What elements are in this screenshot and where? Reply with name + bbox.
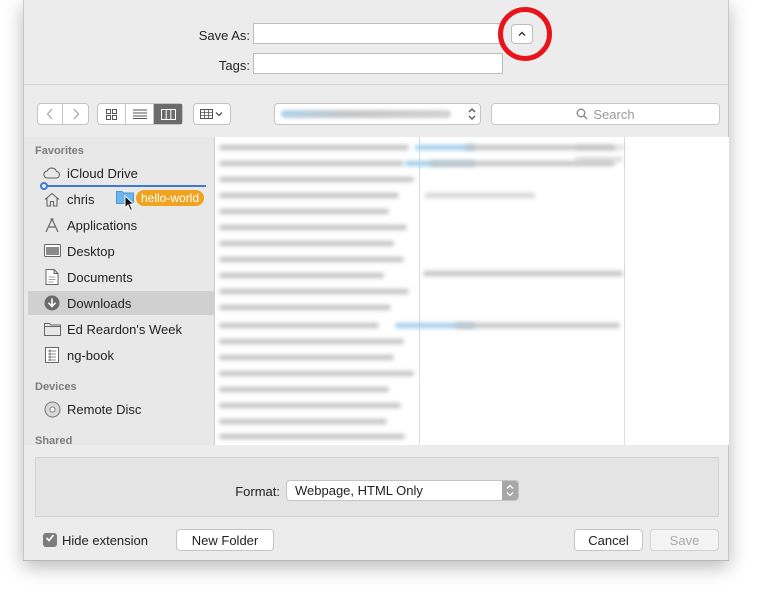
updown-arrows-icon <box>468 108 476 120</box>
document-icon <box>43 269 61 285</box>
sidebar-item-label: ng-book <box>67 347 114 363</box>
blurred-file-row <box>575 145 625 150</box>
dragged-folder-label: hello-world <box>136 190 205 206</box>
column-divider <box>624 137 625 445</box>
applications-icon <box>43 217 61 233</box>
file-browser[interactable] <box>215 137 729 445</box>
blurred-file-row <box>423 271 623 276</box>
blurred-file-row <box>219 355 394 360</box>
blurred-file-row <box>219 209 389 214</box>
updown-arrows-icon <box>502 481 518 500</box>
list-view-button[interactable] <box>126 104 154 124</box>
favorites-header: Favorites <box>35 145 84 157</box>
sidebar-item-remote-disc[interactable]: Remote Disc <box>28 397 214 421</box>
column-view-button[interactable] <box>154 104 182 124</box>
shared-header: Shared <box>35 435 73 445</box>
sidebar-item-label: Applications <box>67 217 138 233</box>
column-divider <box>419 137 420 445</box>
location-popup[interactable] <box>274 103 481 125</box>
mouse-cursor-icon <box>124 195 135 212</box>
sidebar-item-downloads[interactable]: Downloads <box>28 291 214 315</box>
tags-label: Tags: <box>218 58 250 73</box>
search-icon <box>576 108 588 120</box>
highlight-circle <box>498 7 552 61</box>
sidebar-item-label: Remote Disc <box>67 401 142 417</box>
blurred-file-row <box>219 305 391 310</box>
cloud-icon <box>43 165 61 181</box>
sidebar: Favorites iCloud Drive chris hello-world <box>24 137 215 445</box>
sidebar-item-icloud-drive[interactable]: iCloud Drive <box>28 161 214 185</box>
tags-input[interactable] <box>253 53 503 74</box>
save-button[interactable]: Save <box>650 529 719 551</box>
nav-buttons <box>37 103 89 125</box>
folder-icon <box>43 321 61 337</box>
blurred-file-row <box>219 339 404 344</box>
list-view-icon <box>132 109 147 119</box>
sidebar-item-ng-book[interactable]: ng-book <box>28 343 214 367</box>
blurred-file-row <box>219 193 399 198</box>
column-view-icon <box>160 108 176 120</box>
sidebar-item-applications[interactable]: Applications <box>28 213 214 237</box>
format-select[interactable]: Webpage, HTML Only <box>286 480 519 501</box>
blurred-file-row <box>219 371 414 376</box>
sidebar-item-label: Downloads <box>67 295 132 311</box>
blurred-file-row <box>219 434 405 439</box>
search-placeholder: Search <box>593 106 635 122</box>
save-as-label: Save As: <box>198 28 250 43</box>
blurred-file-row <box>219 225 407 230</box>
arrange-icon <box>200 109 223 119</box>
home-icon <box>43 191 61 207</box>
back-button[interactable] <box>38 104 63 124</box>
new-folder-button-label: New Folder <box>191 532 259 548</box>
blurred-file-row <box>219 177 414 182</box>
blurred-file-row <box>219 419 387 424</box>
view-mode-control <box>97 103 183 125</box>
blurred-file-row <box>219 289 409 294</box>
save-header: Save As: Tags: <box>24 0 728 85</box>
devices-header: Devices <box>35 381 77 393</box>
sidebar-item-desktop[interactable]: Desktop <box>28 239 214 263</box>
blurred-file-row <box>219 403 401 408</box>
blurred-file-row <box>219 323 379 328</box>
blurred-file-row <box>219 387 389 392</box>
chevron-left-icon <box>46 108 53 120</box>
save-button-label: Save <box>669 532 700 548</box>
sidebar-item-label: Ed Reardon's Week <box>67 321 182 337</box>
save-as-input[interactable] <box>253 23 503 44</box>
sidebar-item-documents[interactable]: Documents <box>28 265 214 289</box>
blurred-file-row <box>219 161 404 166</box>
downloads-icon <box>43 295 61 311</box>
blurred-file-row <box>575 157 623 162</box>
hide-extension-label: Hide extension <box>62 533 148 548</box>
icon-view-button[interactable] <box>98 104 126 124</box>
blurred-file-row <box>455 323 620 328</box>
chevron-right-icon <box>72 108 79 120</box>
blurred-file-row <box>219 273 384 278</box>
icon-view-icon <box>106 108 117 120</box>
sidebar-item-label: Documents <box>67 269 133 285</box>
sidebar-item-label: Desktop <box>67 243 115 259</box>
sidebar-item-ed-reardons-week[interactable]: Ed Reardon's Week <box>28 317 214 341</box>
cancel-button-label: Cancel <box>588 532 629 548</box>
save-dialog: Save As: Tags: Search Favorites iCloud D… <box>23 0 729 561</box>
blurred-file-row <box>219 145 409 150</box>
forward-button[interactable] <box>63 104 88 124</box>
desktop-icon <box>43 243 61 259</box>
cancel-button[interactable]: Cancel <box>574 529 643 551</box>
search-field[interactable]: Search <box>491 103 720 125</box>
sidebar-item-label: iCloud Drive <box>67 165 138 181</box>
sidebar-item-label: chris <box>67 191 95 207</box>
blurred-file-row <box>219 241 394 246</box>
format-selected-value: Webpage, HTML Only <box>295 483 423 498</box>
archive-icon <box>43 347 61 363</box>
arrange-button[interactable] <box>193 103 231 125</box>
blurred-file-row <box>219 257 404 262</box>
checkmark-icon <box>45 534 55 542</box>
hide-extension-checkbox[interactable] <box>43 533 57 547</box>
disc-icon <box>43 401 61 417</box>
blurred-file-row <box>425 193 535 198</box>
format-label: Format: <box>235 484 280 499</box>
new-folder-button[interactable]: New Folder <box>176 529 274 551</box>
location-path-blurred <box>281 110 451 118</box>
